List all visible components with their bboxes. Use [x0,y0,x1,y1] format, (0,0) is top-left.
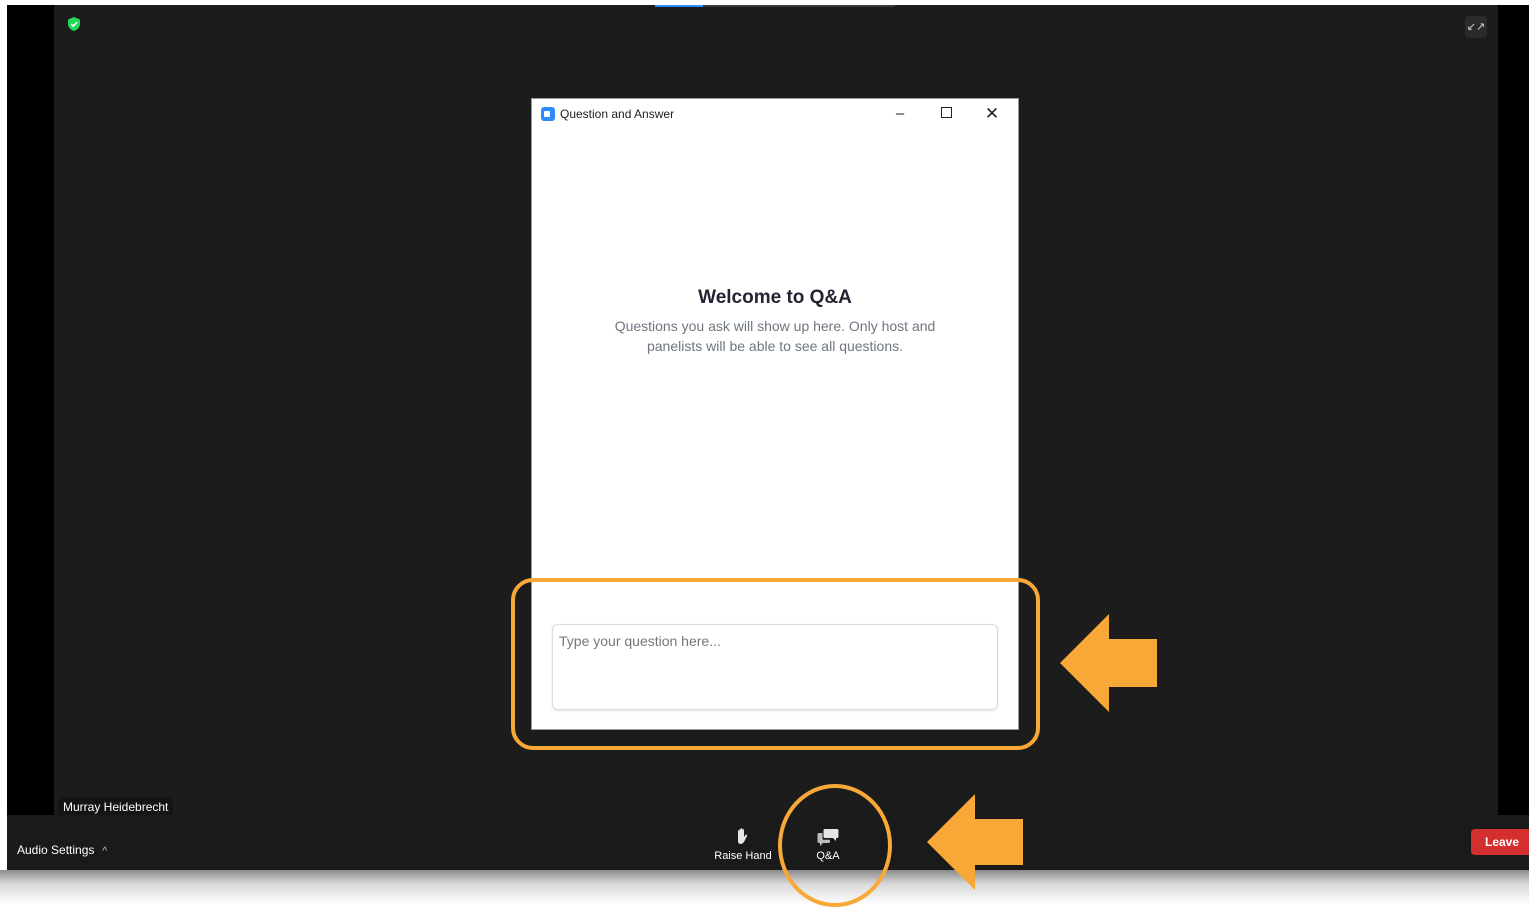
raise-hand-button[interactable]: Raise Hand [708,827,778,862]
top-bar-track [703,5,895,7]
qa-window-title: Question and Answer [560,107,675,121]
exit-fullscreen-icon[interactable]: ↙↗ [1465,16,1487,38]
qa-titlebar[interactable]: Question and Answer – ✕ [532,99,1018,129]
screenshot-shadow [0,870,1529,905]
qa-button-highlight-circle [778,784,892,907]
audio-settings-button[interactable]: Audio Settings ^ [17,843,107,857]
shield-check-icon[interactable] [66,16,82,32]
maximize-icon[interactable] [923,99,969,129]
leave-button[interactable]: Leave [1471,829,1529,855]
zoom-app-icon [541,107,555,121]
chevron-up-icon[interactable]: ^ [102,846,107,857]
welcome-title: Welcome to Q&A [698,287,852,308]
raise-hand-label: Raise Hand [714,850,772,862]
participant-name-tag: Murray Heidebrecht [58,797,174,817]
audio-settings-label: Audio Settings [17,843,95,857]
raise-hand-icon [738,828,748,844]
meeting-toolbar: Audio Settings ^ Raise Hand Q&A Leave [7,815,1529,870]
welcome-description: Questions you ask will show up here. Onl… [614,318,936,354]
minimize-icon[interactable]: – [877,99,923,129]
input-highlight-box [511,578,1040,750]
arrow-left-icon [1060,614,1157,712]
close-icon[interactable]: ✕ [969,99,1015,129]
top-bar-indicator [655,5,703,7]
arrow-left-icon [927,794,1023,890]
